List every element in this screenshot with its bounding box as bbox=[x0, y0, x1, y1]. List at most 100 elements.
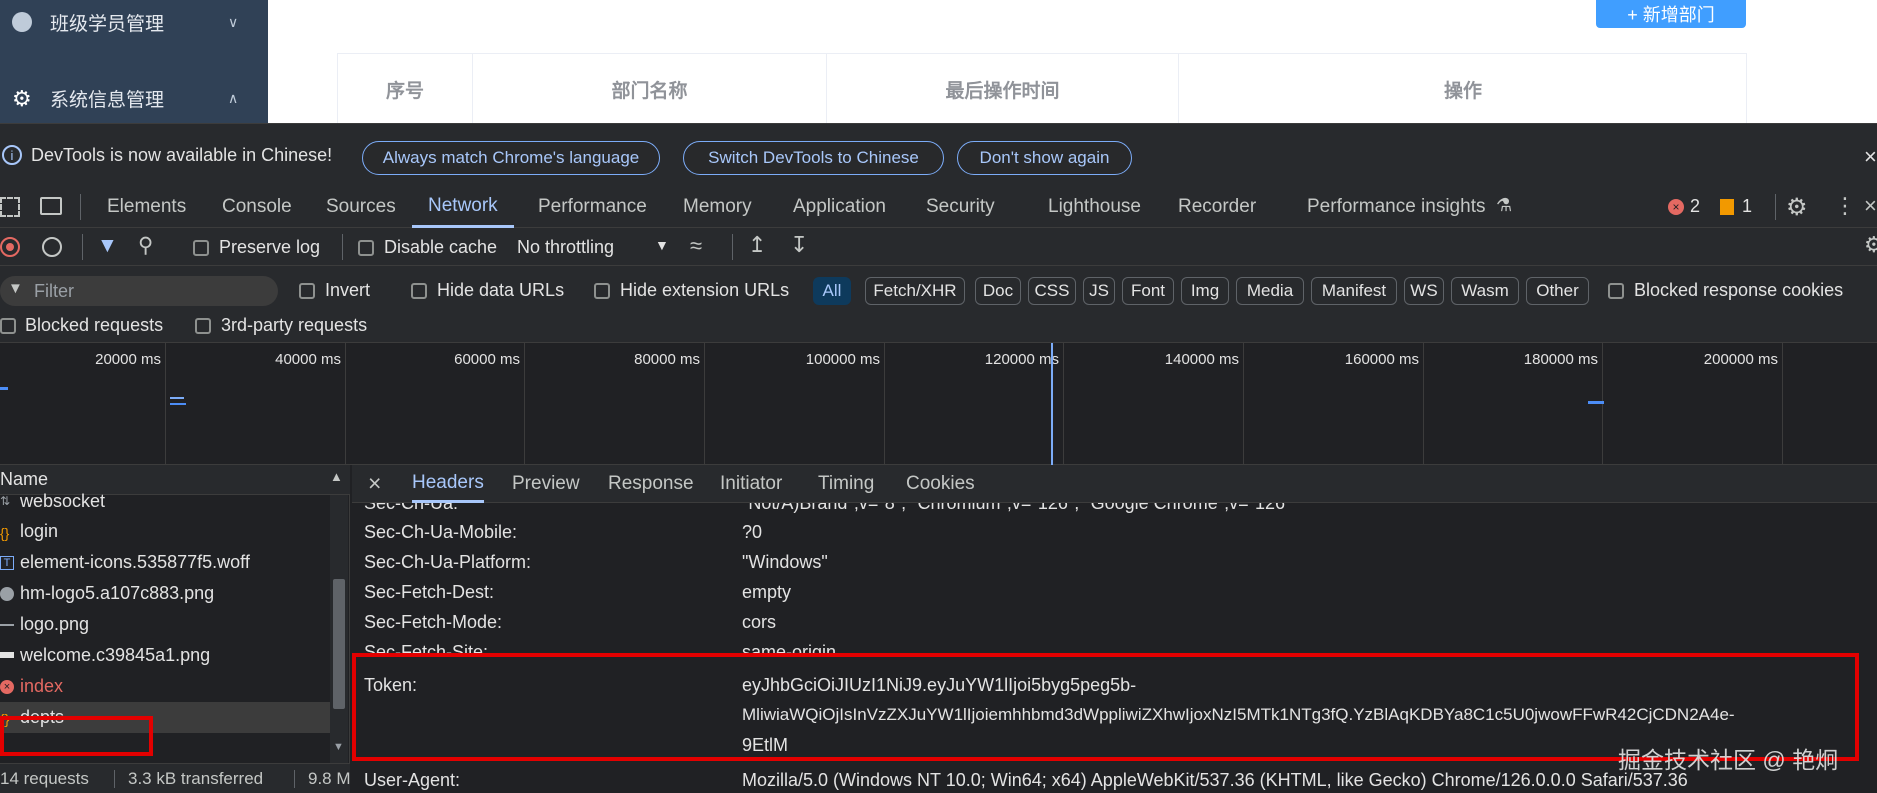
sidebar-item-class-students[interactable]: 班级学员管理 ∨ bbox=[0, 2, 268, 42]
device-toolbar-icon[interactable] bbox=[40, 197, 62, 215]
tab-initiator[interactable]: Initiator bbox=[720, 465, 782, 503]
tab-elements[interactable]: Elements bbox=[107, 186, 186, 228]
list-item[interactable]: logo.png bbox=[0, 609, 330, 640]
blocked-requests-checkbox[interactable] bbox=[0, 318, 16, 334]
type-filter-img[interactable]: Img bbox=[1181, 277, 1229, 305]
column-header: 序号 bbox=[338, 54, 473, 123]
warning-count[interactable]: 1 bbox=[1742, 196, 1752, 217]
xhr-icon: {} bbox=[0, 524, 10, 541]
chevron-down-icon[interactable]: ▼ bbox=[655, 237, 669, 253]
timeline-tick: 40000 ms bbox=[166, 343, 346, 465]
watermark: 掘金技术社区 @ 艳炯 bbox=[1618, 747, 1839, 773]
filter-input[interactable]: ▼ Filter bbox=[0, 276, 278, 306]
timeline-tick: 120000 ms bbox=[885, 343, 1064, 465]
type-filter-wasm[interactable]: Wasm bbox=[1451, 277, 1519, 305]
throttling-select[interactable]: No throttling bbox=[517, 237, 614, 258]
tab-console[interactable]: Console bbox=[222, 186, 292, 228]
sidebar-item-system-info[interactable]: ⚙ 系统信息管理 ∧ bbox=[0, 78, 268, 118]
import-har-icon[interactable]: ↥ bbox=[748, 232, 766, 258]
error-count[interactable]: 2 bbox=[1690, 196, 1700, 217]
separator bbox=[1775, 194, 1776, 220]
inspect-element-icon[interactable] bbox=[0, 197, 20, 217]
list-item[interactable]: {} login bbox=[0, 516, 330, 547]
separator bbox=[342, 234, 343, 260]
record-icon[interactable] bbox=[0, 237, 20, 257]
dont-show-again-button[interactable]: Don't show again bbox=[957, 141, 1132, 175]
chevron-up-icon: ∧ bbox=[228, 89, 239, 106]
filter-icon[interactable]: ▼ bbox=[97, 234, 118, 258]
hide-data-urls-checkbox[interactable] bbox=[411, 283, 427, 299]
department-table: 序号 部门名称 最后操作时间 操作 bbox=[337, 53, 1747, 123]
tab-response[interactable]: Response bbox=[608, 465, 694, 503]
disable-cache-checkbox[interactable] bbox=[358, 240, 374, 256]
depts-highlight-box bbox=[0, 716, 153, 756]
type-filter-js[interactable]: JS bbox=[1083, 277, 1115, 305]
warning-icon[interactable] bbox=[1720, 199, 1734, 215]
network-toolbar: ▼ ⚲ Preserve log Disable cache No thrott… bbox=[0, 228, 1877, 266]
chevron-down-icon: ∨ bbox=[228, 13, 239, 30]
sort-icon[interactable]: ▲ bbox=[330, 469, 343, 484]
transferred-size: 3.3 kB transferred bbox=[128, 769, 264, 788]
type-filter-all[interactable]: All bbox=[813, 277, 851, 305]
scrollbar[interactable]: ▼ bbox=[330, 495, 348, 763]
search-icon[interactable]: ⚲ bbox=[138, 233, 153, 258]
tab-timing[interactable]: Timing bbox=[818, 465, 874, 503]
list-item[interactable]: × index bbox=[0, 671, 330, 702]
network-conditions-icon[interactable]: ≈ bbox=[690, 233, 702, 259]
close-icon[interactable]: × bbox=[368, 470, 381, 497]
tab-performance-insights[interactable]: Performance insights bbox=[1307, 186, 1485, 228]
tab-lighthouse[interactable]: Lighthouse bbox=[1048, 186, 1141, 228]
network-settings-icon[interactable]: ⚙ bbox=[1864, 232, 1877, 258]
tab-recorder[interactable]: Recorder bbox=[1178, 186, 1256, 228]
scroll-down-icon[interactable]: ▼ bbox=[333, 741, 344, 753]
invert-checkbox[interactable] bbox=[299, 283, 315, 299]
preserve-log-checkbox[interactable] bbox=[193, 240, 209, 256]
list-item[interactable]: ⇅ websocket bbox=[0, 488, 330, 514]
list-item[interactable]: welcome.c39845a1.png bbox=[0, 640, 330, 671]
summary-bar: 14 requests 3.3 kB transferred 9.8 M bbox=[0, 763, 350, 793]
tab-application[interactable]: Application bbox=[793, 186, 886, 228]
error-icon: × bbox=[0, 679, 14, 694]
name-column-header[interactable]: Name bbox=[0, 469, 48, 490]
type-filter-manifest[interactable]: Manifest bbox=[1311, 277, 1397, 305]
add-department-button[interactable]: + 新增部门 bbox=[1596, 0, 1746, 28]
type-filter-css[interactable]: CSS bbox=[1028, 277, 1076, 305]
switch-chinese-button[interactable]: Switch DevTools to Chinese bbox=[683, 141, 944, 175]
type-filter-other[interactable]: Other bbox=[1526, 277, 1589, 305]
export-har-icon[interactable]: ↧ bbox=[790, 232, 808, 258]
scrollbar-thumb[interactable] bbox=[333, 579, 345, 709]
type-filter-fetch[interactable]: Fetch/XHR bbox=[865, 277, 965, 305]
timeline-bar bbox=[1588, 401, 1604, 404]
tab-security[interactable]: Security bbox=[926, 186, 995, 228]
separator bbox=[82, 234, 83, 260]
list-item[interactable]: hm-logo5.a107c883.png bbox=[0, 578, 330, 609]
column-header: 最后操作时间 bbox=[827, 54, 1179, 123]
match-language-button[interactable]: Always match Chrome's language bbox=[362, 141, 660, 175]
hide-extension-urls-checkbox[interactable] bbox=[594, 283, 610, 299]
tab-network[interactable]: Network bbox=[412, 186, 514, 228]
type-filter-ws[interactable]: WS bbox=[1404, 277, 1444, 305]
list-item[interactable]: Telement-icons.535877f5.woff bbox=[0, 547, 330, 578]
type-filter-media[interactable]: Media bbox=[1236, 277, 1304, 305]
tab-preview[interactable]: Preview bbox=[512, 465, 580, 503]
more-options-icon[interactable]: ⋮ bbox=[1834, 193, 1856, 219]
type-filter-font[interactable]: Font bbox=[1122, 277, 1174, 305]
timeline-overview[interactable]: 20000 ms 40000 ms 60000 ms 80000 ms 1000… bbox=[0, 343, 1877, 465]
type-filter-doc[interactable]: Doc bbox=[975, 277, 1021, 305]
tab-memory[interactable]: Memory bbox=[683, 186, 752, 228]
image-icon bbox=[0, 652, 14, 658]
close-devtools-icon[interactable]: × bbox=[1864, 193, 1877, 219]
font-icon: T bbox=[0, 555, 14, 570]
settings-icon[interactable]: ⚙ bbox=[1786, 193, 1808, 222]
third-party-checkbox[interactable] bbox=[195, 318, 211, 334]
clear-icon[interactable] bbox=[42, 237, 62, 257]
timeline-bar bbox=[170, 403, 186, 405]
error-icon[interactable]: × bbox=[1668, 199, 1684, 215]
blocked-response-cookies-checkbox[interactable] bbox=[1608, 283, 1624, 299]
separator bbox=[80, 194, 81, 220]
tab-headers[interactable]: Headers bbox=[412, 465, 484, 503]
tab-performance[interactable]: Performance bbox=[538, 186, 647, 228]
tab-sources[interactable]: Sources bbox=[326, 186, 396, 228]
close-icon[interactable]: × bbox=[1864, 144, 1877, 170]
tab-cookies[interactable]: Cookies bbox=[906, 465, 975, 503]
